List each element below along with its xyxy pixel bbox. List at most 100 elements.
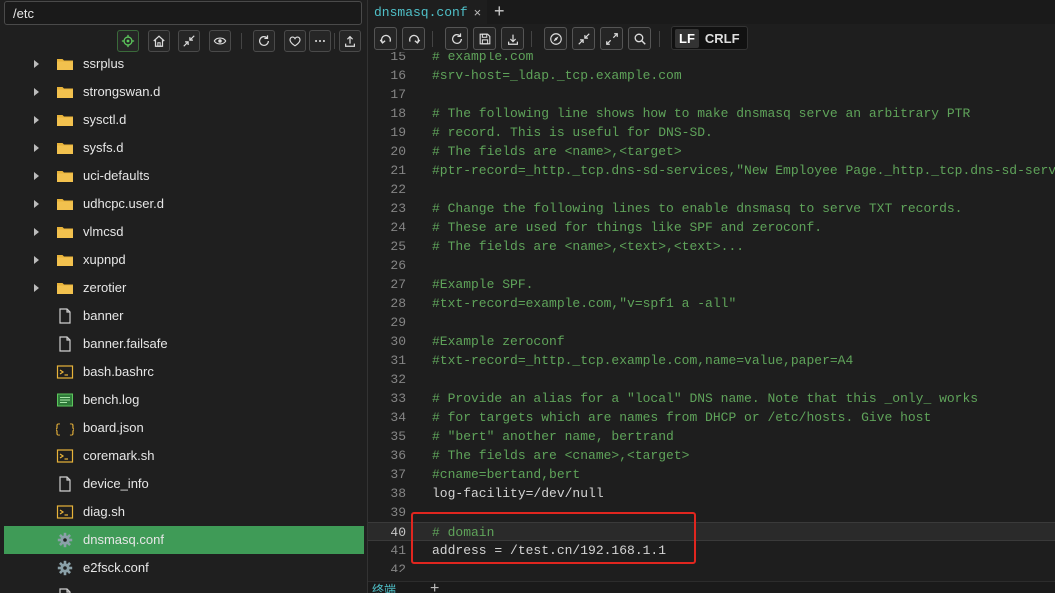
code-line[interactable]: 17 xyxy=(368,85,1055,104)
code-line[interactable]: 22 xyxy=(368,180,1055,199)
chevron-right-icon[interactable] xyxy=(34,60,39,68)
new-terminal-button[interactable]: + xyxy=(430,582,439,593)
redo-button[interactable] xyxy=(402,27,425,50)
toolbar-separator xyxy=(531,31,532,47)
code-line[interactable]: 20 # The fields are <name>,<target> xyxy=(368,142,1055,161)
new-tab-button[interactable]: + xyxy=(494,2,512,22)
chevron-right-icon[interactable] xyxy=(34,284,39,292)
svg-text:{ }: { } xyxy=(56,422,74,436)
tree-folder-item[interactable]: sysctl.d xyxy=(4,106,364,134)
tree-file-item[interactable]: bash.bashrc xyxy=(4,358,364,386)
refresh-button[interactable] xyxy=(253,30,275,52)
folder-icon xyxy=(57,143,73,154)
terminal-file-icon xyxy=(56,449,74,463)
code-line[interactable]: 32 xyxy=(368,370,1055,389)
tree-item-label: bash.bashrc xyxy=(83,364,154,379)
tree-file-item[interactable]: dnsmasq.conf xyxy=(4,526,364,554)
toggle-hidden-button[interactable] xyxy=(209,30,231,52)
tree-file-item[interactable]: e2fsck.conf xyxy=(4,554,364,582)
tree-folder-item[interactable]: xupnpd xyxy=(4,246,364,274)
tab-dnsmasq-conf[interactable]: dnsmasq.conf × xyxy=(368,0,488,24)
toolbar-separator xyxy=(432,31,433,47)
tree-folder-item[interactable]: strongswan.d xyxy=(4,78,364,106)
more-button[interactable] xyxy=(309,30,331,52)
tree-folder-item[interactable]: sysfs.d xyxy=(4,134,364,162)
code-line[interactable]: 23 # Change the following lines to enable… xyxy=(368,199,1055,218)
tree-file-item[interactable]: banner xyxy=(4,302,364,330)
tree-file-item[interactable]: { } board.json xyxy=(4,414,364,442)
line-number: 25 xyxy=(390,239,406,254)
code-line[interactable]: 38 log-facility=/dev/null xyxy=(368,484,1055,503)
code-editor[interactable]: 15 # example.com 16 #srv-host=_ldap._tcp.ex… xyxy=(368,52,1055,572)
eol-crlf-button[interactable]: CRLF xyxy=(701,29,744,48)
code-line[interactable]: 15 # example.com xyxy=(368,52,1055,66)
terminal-tab[interactable]: 终端 xyxy=(372,583,396,593)
tree-file-item[interactable]: diag.sh xyxy=(4,498,364,526)
upload-button[interactable] xyxy=(339,30,361,52)
line-text: # Change the following lines to enable d… xyxy=(432,201,963,216)
collapse-editor-button[interactable] xyxy=(572,27,595,50)
line-number: 41 xyxy=(390,543,406,558)
tree-folder-item[interactable]: udhcpc.user.d xyxy=(4,190,364,218)
file-browser-pane: ssrplus strongswan.d sysctl.d sysfs.d uci-de… xyxy=(0,0,368,593)
tree-folder-item[interactable]: uci-defaults xyxy=(4,162,364,190)
chevron-right-icon[interactable] xyxy=(34,116,39,124)
tree-file-item[interactable]: bench.log xyxy=(4,386,364,414)
code-line[interactable]: 36 # The fields are <cname>,<target> xyxy=(368,446,1055,465)
reload-button[interactable] xyxy=(445,27,468,50)
download-button[interactable] xyxy=(501,27,524,50)
chevron-right-icon[interactable] xyxy=(34,144,39,152)
chevron-right-icon[interactable] xyxy=(34,228,39,236)
code-line[interactable]: 35 # "bert" another name, bertrand xyxy=(368,427,1055,446)
home-button[interactable] xyxy=(148,30,170,52)
terminal-file-icon xyxy=(56,505,74,519)
tree-file-item[interactable]: device_info xyxy=(4,470,364,498)
line-text: # The fields are <name>,<text>,<text>... xyxy=(432,239,745,254)
tab-close-icon[interactable]: × xyxy=(474,5,482,20)
tree-folder-item[interactable]: ssrplus xyxy=(4,50,364,78)
code-line[interactable]: 31 #txt-record=_http._tcp.example.com,nam… xyxy=(368,351,1055,370)
bottom-panel-tabs: 终端 + xyxy=(368,581,1055,593)
code-line[interactable]: 18 # The following line shows how to make… xyxy=(368,104,1055,123)
code-line[interactable]: 37 #cname=bertand,bert xyxy=(368,465,1055,484)
locate-file-button[interactable] xyxy=(117,30,139,52)
code-line[interactable]: 27 #Example SPF. xyxy=(368,275,1055,294)
eol-lf-button[interactable]: LF xyxy=(675,28,699,48)
line-number: 34 xyxy=(390,410,406,425)
chevron-right-icon[interactable] xyxy=(34,256,39,264)
code-line[interactable]: 19 # record. This is useful for DNS-SD. xyxy=(368,123,1055,142)
refresh-icon xyxy=(259,35,269,46)
path-input[interactable] xyxy=(4,1,362,25)
tree-file-item[interactable]: e... xyxy=(4,582,364,593)
tree-folder-item[interactable]: zerotier xyxy=(4,274,364,302)
code-line[interactable]: 33 # Provide an alias for a "local" DNS n… xyxy=(368,389,1055,408)
chevron-right-icon[interactable] xyxy=(34,88,39,96)
search-button[interactable] xyxy=(628,27,651,50)
undo-button[interactable] xyxy=(374,27,397,50)
tree-file-item[interactable]: banner.failsafe xyxy=(4,330,364,358)
code-line[interactable]: 25 # The fields are <name>,<text>,<text>.… xyxy=(368,237,1055,256)
chevron-right-icon[interactable] xyxy=(34,200,39,208)
code-line[interactable]: 21 #ptr-record=_http._tcp.dns-sd-services… xyxy=(368,161,1055,180)
chevron-right-icon[interactable] xyxy=(34,172,39,180)
code-line[interactable]: 26 xyxy=(368,256,1055,275)
toolbar-separator xyxy=(659,31,660,47)
collapse-all-button[interactable] xyxy=(178,30,200,52)
fullscreen-button[interactable] xyxy=(600,27,623,50)
code-line[interactable]: 28 #txt-record=example.com,"v=spf1 a -all… xyxy=(368,294,1055,313)
favorite-button[interactable] xyxy=(284,30,306,52)
save-button[interactable] xyxy=(473,27,496,50)
more-icon xyxy=(315,39,325,43)
code-line[interactable]: 29 xyxy=(368,313,1055,332)
tree-item-label: xupnpd xyxy=(83,252,126,267)
file-icon xyxy=(59,588,71,593)
code-line[interactable]: 34 # for targets which are names from DHC… xyxy=(368,408,1055,427)
tree-file-item[interactable]: coremark.sh xyxy=(4,442,364,470)
line-number: 18 xyxy=(390,106,406,121)
code-line[interactable]: 30 #Example zeroconf xyxy=(368,332,1055,351)
code-line[interactable]: 16 #srv-host=_ldap._tcp.example.com xyxy=(368,66,1055,85)
tree-folder-item[interactable]: vlmcsd xyxy=(4,218,364,246)
goto-button[interactable] xyxy=(544,27,567,50)
code-line[interactable]: 24 # These are used for things like SPF a… xyxy=(368,218,1055,237)
folder-icon xyxy=(57,227,73,238)
